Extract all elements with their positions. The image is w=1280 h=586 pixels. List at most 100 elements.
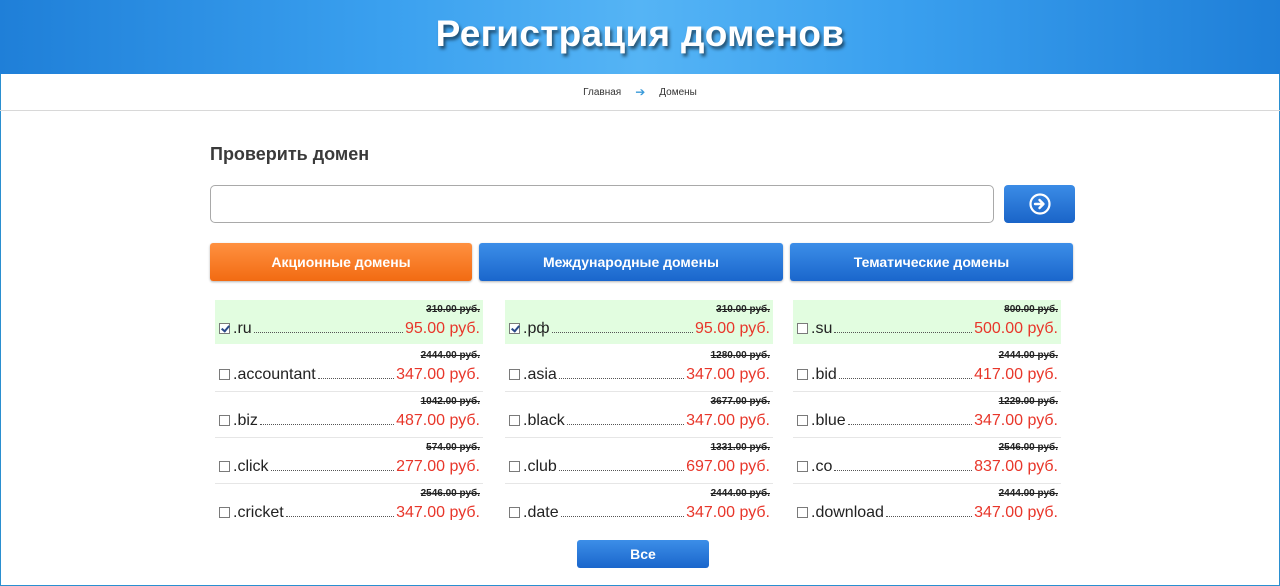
leader-dots <box>560 515 685 517</box>
old-price: 2444.00 руб. <box>710 488 770 499</box>
promo-price: 347.00 руб. <box>396 366 480 383</box>
tab-label: Тематические домены <box>853 254 1010 270</box>
leader-dots <box>885 515 973 517</box>
domain-checkbox[interactable] <box>219 323 230 334</box>
arrow-circle-right-icon <box>1028 193 1051 215</box>
promo-price: 95.00 руб. <box>695 320 770 337</box>
old-price: 1042.00 руб. <box>420 396 480 407</box>
check-domain-button[interactable] <box>1004 185 1075 223</box>
leader-dots <box>838 377 973 379</box>
domain-line: .рф 95.00 руб. <box>509 318 770 338</box>
old-price: 2444.00 руб. <box>998 350 1058 361</box>
domain-checkbox[interactable] <box>509 461 520 472</box>
domain-zone: .cricket <box>233 504 284 520</box>
tab-label: Международные домены <box>543 254 719 270</box>
domain-column: 310.00 руб. .рф 95.00 руб. 1280.00 руб. .asi… <box>505 300 773 520</box>
domain-row: 574.00 руб. .click 277.00 руб. <box>215 438 483 484</box>
domain-checkbox[interactable] <box>797 461 808 472</box>
old-price: 2546.00 руб. <box>420 488 480 499</box>
domain-checkbox[interactable] <box>797 507 808 518</box>
leader-dots <box>847 423 973 425</box>
arrow-right-icon: ➔ <box>635 85 646 99</box>
domain-checkbox[interactable] <box>219 507 230 518</box>
promo-price: 347.00 руб. <box>396 504 480 520</box>
old-price: 574.00 руб. <box>426 442 480 453</box>
domain-checkbox[interactable] <box>509 415 520 426</box>
tab-label: Акционные домены <box>271 254 411 270</box>
domain-line: .accountant 347.00 руб. <box>219 364 480 384</box>
promo-price: 347.00 руб. <box>974 412 1058 429</box>
domain-line: .date 347.00 руб. <box>509 502 770 520</box>
domain-row: 2444.00 руб. .bid 417.00 руб. <box>793 346 1061 392</box>
promo-price: 347.00 руб. <box>686 412 770 429</box>
old-price: 310.00 руб. <box>426 304 480 315</box>
domain-zone: .ru <box>233 320 252 337</box>
domain-column: 800.00 руб. .su 500.00 руб. 2444.00 руб. .bi… <box>793 300 1061 520</box>
domain-row: 1331.00 руб. .club 697.00 руб. <box>505 438 773 484</box>
domain-zone: .рф <box>523 320 550 337</box>
leader-dots <box>253 331 403 333</box>
domain-line: .click 277.00 руб. <box>219 456 480 476</box>
old-price: 1280.00 руб. <box>710 350 770 361</box>
show-all-button[interactable]: Все <box>577 540 709 568</box>
domain-checkbox[interactable] <box>509 507 520 518</box>
domain-checkbox[interactable] <box>797 415 808 426</box>
domain-row: 2546.00 руб. .cricket 347.00 руб. <box>215 484 483 520</box>
domain-row: 800.00 руб. .su 500.00 руб. <box>793 300 1061 344</box>
leader-dots <box>558 377 685 379</box>
promo-price: 347.00 руб. <box>974 504 1058 520</box>
domain-row: 2444.00 руб. .accountant 347.00 руб. <box>215 346 483 392</box>
check-domain-title: Проверить домен <box>210 144 370 164</box>
domain-column: 310.00 руб. .ru 95.00 руб. 2444.00 руб. .acc… <box>215 300 483 520</box>
leader-dots <box>551 331 693 333</box>
tab-international-domains[interactable]: Международные домены <box>479 243 783 281</box>
leader-dots <box>834 331 973 333</box>
leader-dots <box>270 469 395 471</box>
old-price: 2444.00 руб. <box>420 350 480 361</box>
domain-row: 2444.00 руб. .download 347.00 руб. <box>793 484 1061 520</box>
domain-line: .co 837.00 руб. <box>797 456 1058 476</box>
tab-thematic-domains[interactable]: Тематические домены <box>790 243 1073 281</box>
domain-row: 2546.00 руб. .co 837.00 руб. <box>793 438 1061 484</box>
domain-checkbox[interactable] <box>797 323 808 334</box>
old-price: 310.00 руб. <box>716 304 770 315</box>
leader-dots <box>834 469 973 471</box>
domain-search-input[interactable] <box>210 185 994 223</box>
domain-zone: .bid <box>811 366 837 383</box>
domain-row: 1042.00 руб. .biz 487.00 руб. <box>215 392 483 438</box>
domain-checkbox[interactable] <box>797 369 808 380</box>
domain-row: 1280.00 руб. .asia 347.00 руб. <box>505 346 773 392</box>
domain-checkbox[interactable] <box>509 369 520 380</box>
promo-price: 95.00 руб. <box>405 320 480 337</box>
old-price: 800.00 руб. <box>1004 304 1058 315</box>
promo-price: 500.00 руб. <box>974 320 1058 337</box>
domain-line: .club 697.00 руб. <box>509 456 770 476</box>
leader-dots <box>566 423 685 425</box>
domain-line: .su 500.00 руб. <box>797 318 1058 338</box>
domain-row: 3677.00 руб. .black 347.00 руб. <box>505 392 773 438</box>
old-price: 3677.00 руб. <box>710 396 770 407</box>
tab-promo-domains[interactable]: Акционные домены <box>210 243 472 281</box>
promo-price: 277.00 руб. <box>396 458 480 475</box>
leader-dots <box>317 377 395 379</box>
old-price: 2546.00 руб. <box>998 442 1058 453</box>
breadcrumb-current: Домены <box>659 86 697 98</box>
breadcrumb-home-link[interactable]: Главная <box>583 87 621 98</box>
domain-line: .blue 347.00 руб. <box>797 410 1058 430</box>
domain-zone: .su <box>811 320 833 337</box>
domain-checkbox[interactable] <box>219 369 230 380</box>
domain-zone: .asia <box>523 366 557 383</box>
domain-checkbox[interactable] <box>509 323 520 334</box>
old-price: 1331.00 руб. <box>710 442 770 453</box>
leader-dots <box>259 423 395 425</box>
domain-checkbox[interactable] <box>219 415 230 426</box>
domain-checkbox[interactable] <box>219 461 230 472</box>
show-all-label: Все <box>630 546 656 562</box>
domain-zone: .download <box>811 504 884 520</box>
promo-price: 837.00 руб. <box>974 458 1058 475</box>
domain-zone: .co <box>811 458 833 475</box>
domain-row: 310.00 руб. .рф 95.00 руб. <box>505 300 773 344</box>
domain-line: .bid 417.00 руб. <box>797 364 1058 384</box>
promo-price: 697.00 руб. <box>686 458 770 475</box>
domain-zone: .date <box>523 504 559 520</box>
